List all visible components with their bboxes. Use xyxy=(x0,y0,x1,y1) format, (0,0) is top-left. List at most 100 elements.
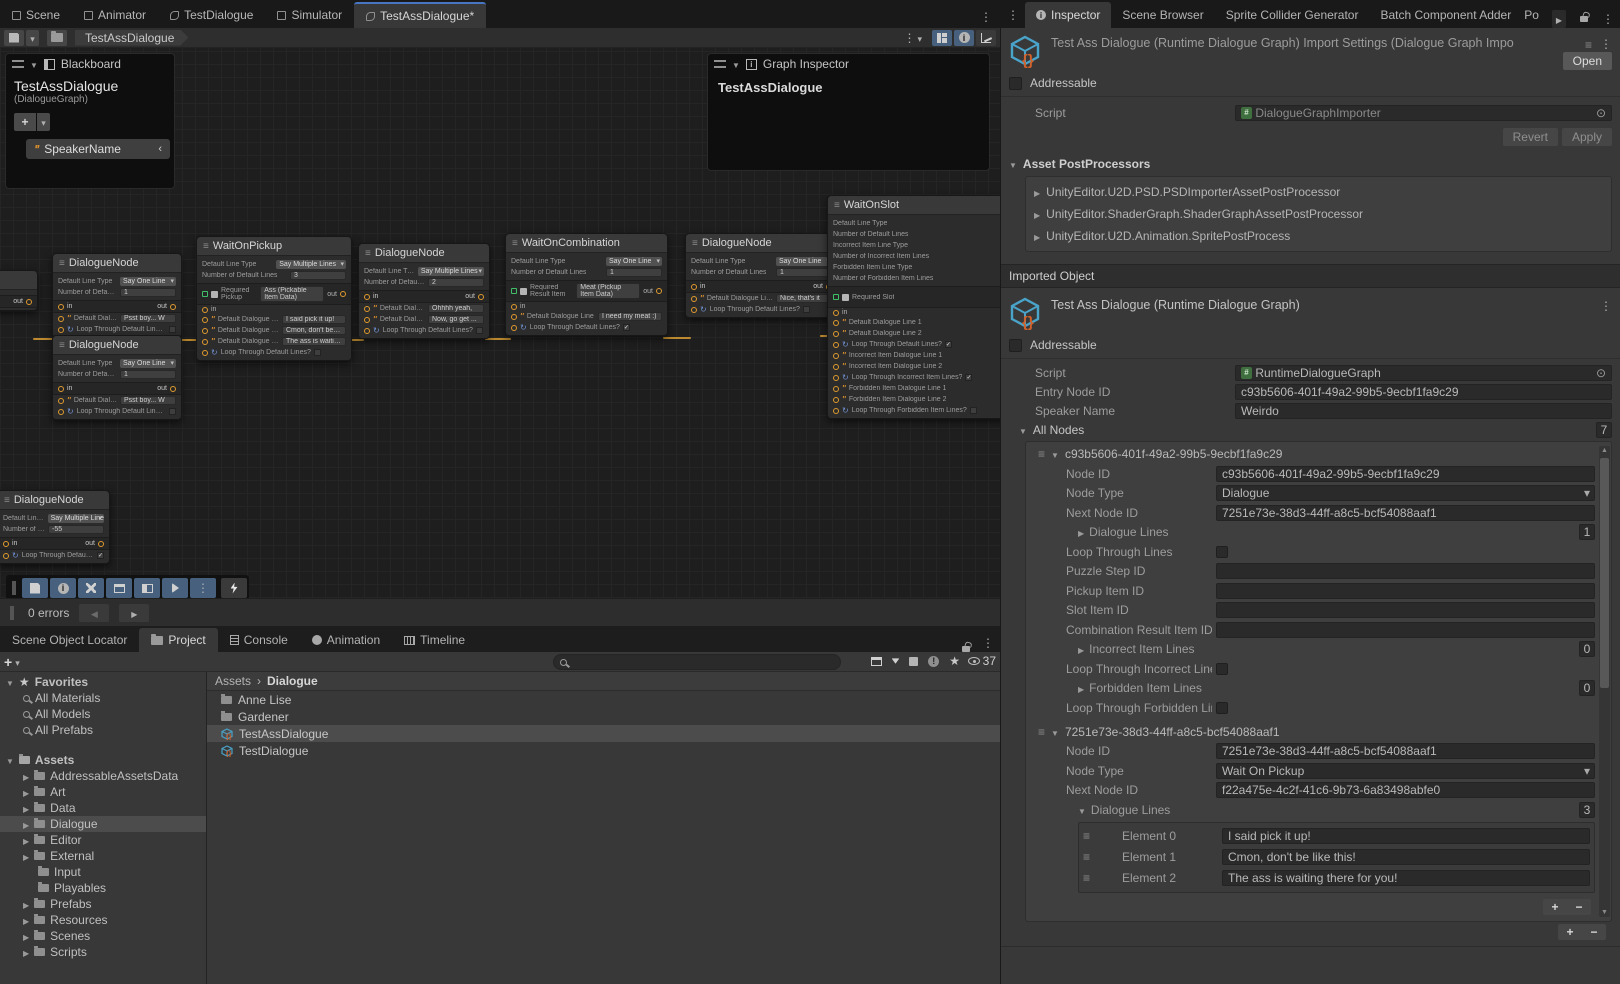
next-error-button[interactable] xyxy=(119,604,149,622)
reorder-handle-icon[interactable] xyxy=(1038,447,1045,461)
reorder-handle-icon[interactable] xyxy=(1083,850,1090,864)
tree-folder-external[interactable]: External xyxy=(0,848,206,864)
in-port[interactable] xyxy=(833,310,839,316)
breadcrumb-root[interactable]: Assets xyxy=(215,674,251,688)
node-dialogue-2[interactable]: DialogueNode Default Line TypeSay One Li… xyxy=(52,335,182,420)
save-dropdown[interactable] xyxy=(26,30,39,46)
remove-element-button[interactable] xyxy=(1567,899,1591,915)
nodes-scrollbar[interactable]: ▲ ▼ xyxy=(1599,446,1610,917)
in-port[interactable] xyxy=(58,304,64,310)
line-type-dropdown[interactable]: Say Multiple Lines xyxy=(418,267,484,276)
node-type-dropdown[interactable]: Wait On Pickup xyxy=(1216,763,1595,779)
in-port[interactable] xyxy=(202,307,208,313)
field-port[interactable] xyxy=(833,397,839,403)
tree-assets-root[interactable]: Assets xyxy=(0,752,206,768)
node-dialogue-3[interactable]: DialogueNode Default Line TypeSay Multip… xyxy=(358,243,490,339)
combination-result-item-id-field[interactable] xyxy=(1216,622,1595,638)
object-picker-icon[interactable] xyxy=(1596,366,1606,380)
create-asset-dropdown-icon[interactable] xyxy=(15,655,20,669)
node-id-field[interactable]: c93b5606-401f-49a2-99b5-9ecbf1fa9c29 xyxy=(1216,466,1595,482)
toolbar-drag-handle[interactable] xyxy=(12,581,16,595)
field-port[interactable] xyxy=(202,350,208,356)
tab-testdialogue[interactable]: TestDialogue xyxy=(158,2,265,28)
info-toggle-button[interactable]: i xyxy=(50,578,76,598)
line-type-dropdown[interactable]: Say Multiple Lines xyxy=(48,514,104,523)
required-pickup-field[interactable]: Ass (Pickable Item Data) xyxy=(260,286,324,302)
file-gardener[interactable]: Gardener xyxy=(207,708,1000,725)
forbidden-item-lines-foldout[interactable]: Forbidden Item Lines0 xyxy=(1026,679,1597,699)
dialogue-lines-foldout[interactable]: Dialogue Lines1 xyxy=(1026,523,1597,543)
field-port[interactable] xyxy=(364,306,370,312)
field-port[interactable] xyxy=(833,386,839,392)
all-nodes-row[interactable]: All Nodes 7 xyxy=(1001,420,1620,439)
breadcrumb-current[interactable]: Dialogue xyxy=(267,674,318,688)
num-lines-field[interactable]: 1 xyxy=(606,268,662,277)
revert-button[interactable]: Revert xyxy=(1503,128,1558,146)
field-port[interactable] xyxy=(511,288,517,294)
tree-folder-input[interactable]: Input xyxy=(0,864,206,880)
graph-inspector-header[interactable]: i Graph Inspector xyxy=(708,54,989,74)
tree-folder-scenes[interactable]: Scenes xyxy=(0,928,206,944)
loop-checkbox[interactable] xyxy=(169,408,176,415)
favorites-filter-icon[interactable] xyxy=(949,654,960,668)
blackboard-panel[interactable]: Blackboard TestAssDialogue (DialogueGrap… xyxy=(5,53,175,189)
slot-item-id-field[interactable] xyxy=(1216,602,1595,618)
field-port[interactable] xyxy=(833,364,839,370)
tab-scene-browser[interactable]: Scene Browser xyxy=(1111,2,1214,28)
loop-checkbox[interactable] xyxy=(945,341,952,348)
variable-speakername[interactable]: '' SpeakerName ‹ xyxy=(26,139,170,159)
tab-overflow[interactable]: Po xyxy=(1522,2,1541,28)
search-save-icon[interactable] xyxy=(871,657,882,666)
forbidden-lines-count[interactable]: 0 xyxy=(1579,680,1595,696)
field-port[interactable] xyxy=(833,294,839,300)
graph-inspector-panel[interactable]: i Graph Inspector TestAssDialogue xyxy=(707,53,990,171)
window-toggle-button[interactable] xyxy=(106,578,132,598)
scroll-down-icon[interactable]: ▼ xyxy=(1599,909,1610,916)
field-port[interactable] xyxy=(833,342,839,348)
script-field[interactable]: # RuntimeDialogueGraph xyxy=(1235,365,1612,381)
dialogue-line-field[interactable]: I said pick it up! xyxy=(282,315,346,324)
dialogue-line-field[interactable]: I need my meat :) xyxy=(598,312,662,321)
in-port[interactable] xyxy=(364,294,370,300)
loop-through-incorrect-checkbox[interactable] xyxy=(1216,663,1228,675)
dialogue-line-field[interactable]: Nice, that's it xyxy=(776,294,832,303)
element-2-field[interactable]: The ass is waiting there for you! xyxy=(1222,870,1590,886)
project-file-list[interactable]: Assets › Dialogue Anne Lise Gardener {} … xyxy=(207,672,1000,984)
graph-options-icon[interactable] xyxy=(903,31,915,45)
line-type-dropdown[interactable]: Say One Line xyxy=(606,257,662,266)
out-port[interactable] xyxy=(26,299,32,305)
all-nodes-count[interactable]: 7 xyxy=(1596,422,1612,438)
tab-timeline[interactable]: Timeline xyxy=(392,628,477,652)
loop-checkbox[interactable] xyxy=(623,324,630,331)
loop-checkbox[interactable] xyxy=(169,326,176,333)
expand-variable-icon[interactable]: ‹ xyxy=(158,143,162,155)
tab-animation[interactable]: Animation xyxy=(300,628,392,652)
postprocessor-item[interactable]: UnityEditor.ShaderGraph.ShaderGraphAsset… xyxy=(1026,203,1611,225)
loop-forbidden-checkbox[interactable] xyxy=(970,407,977,414)
num-lines-field[interactable]: 3 xyxy=(290,271,346,280)
collapse-icon[interactable] xyxy=(30,57,38,71)
line-type-dropdown[interactable]: Say One Line xyxy=(120,359,176,368)
add-variable-button[interactable] xyxy=(14,113,36,131)
save-button[interactable] xyxy=(4,30,24,46)
create-asset-button[interactable] xyxy=(4,654,12,670)
node-dialogue-5[interactable]: DialogueNode Default Line TypeSay Multip… xyxy=(0,490,110,564)
field-port[interactable] xyxy=(202,291,208,297)
required-result-item-field[interactable]: Meat (Pickup Item Data) xyxy=(576,283,640,299)
element-1-field[interactable]: Cmon, don't be like this! xyxy=(1222,849,1590,865)
inspector-menu-icon[interactable] xyxy=(1602,12,1614,26)
field-port[interactable] xyxy=(202,328,208,334)
notes-toggle-button[interactable] xyxy=(22,578,48,598)
field-port[interactable] xyxy=(833,408,839,414)
panel-menu-icon[interactable] xyxy=(976,636,1000,652)
tab-batch-component-adder[interactable]: Batch Component Adder xyxy=(1369,2,1522,28)
more-options-button[interactable] xyxy=(190,578,216,598)
tree-all-materials[interactable]: All Materials xyxy=(0,690,206,706)
apply-button[interactable]: Apply xyxy=(1562,128,1612,146)
field-port[interactable] xyxy=(511,325,517,331)
loop-through-forbidden-checkbox[interactable] xyxy=(1216,702,1228,714)
prev-error-button[interactable] xyxy=(79,604,109,622)
field-port[interactable] xyxy=(833,331,839,337)
collapse-icon[interactable] xyxy=(732,57,740,71)
node-dialogue-1[interactable]: DialogueNode Default Line TypeSay One Li… xyxy=(52,253,182,338)
